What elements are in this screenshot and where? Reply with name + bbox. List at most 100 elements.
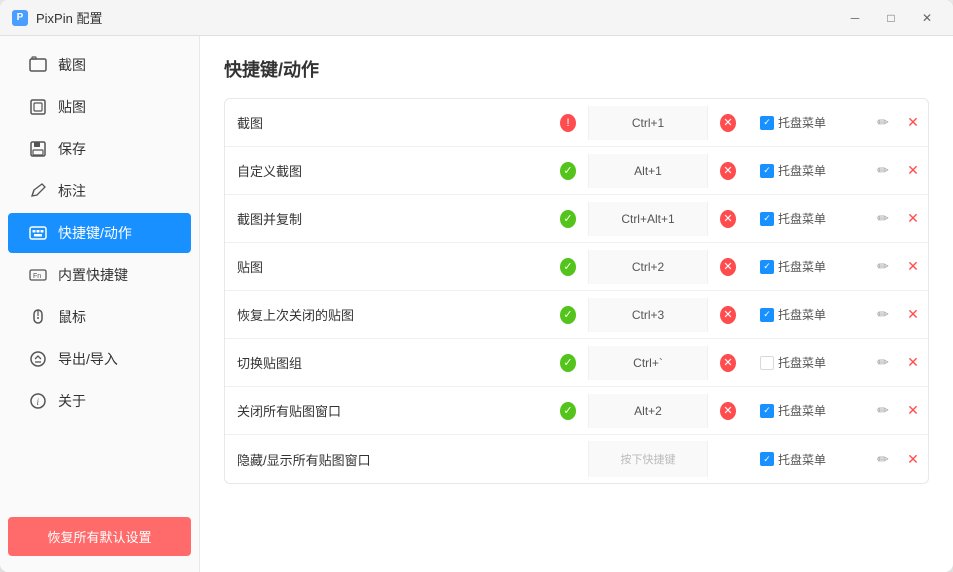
tray-checkbox[interactable]: ✓ [760, 116, 774, 130]
sidebar-item-export[interactable]: 导出/导入 [8, 339, 191, 379]
row-status: ✓ [548, 344, 588, 382]
row-remove[interactable]: ✕ [708, 104, 748, 142]
row-edit[interactable]: ✏ [868, 344, 898, 381]
row-status: ! [548, 104, 588, 142]
tray-label: 托盘菜单 [778, 114, 826, 131]
remove-shortcut-icon[interactable]: ✕ [720, 354, 736, 372]
row-tray: ✓ 托盘菜单 [748, 248, 868, 285]
row-name: 截图并复制 [225, 199, 548, 238]
edit-icon[interactable]: ✏ [877, 258, 889, 275]
remove-shortcut-icon[interactable]: ✕ [720, 258, 736, 276]
row-delete[interactable]: ✕ [898, 441, 928, 478]
row-status: ✓ [548, 296, 588, 334]
row-shortcut[interactable]: Ctrl+1 [588, 106, 708, 140]
delete-icon[interactable]: ✕ [907, 210, 919, 227]
sidebar-bottom: 恢复所有默认设置 [0, 509, 199, 564]
row-edit[interactable]: ✏ [868, 152, 898, 189]
remove-shortcut-icon[interactable]: ✕ [720, 306, 736, 324]
delete-icon[interactable]: ✕ [907, 162, 919, 179]
builtin-icon: Fn [28, 265, 48, 285]
close-button[interactable]: ✕ [913, 8, 941, 28]
sidebar-item-hotkeys[interactable]: 快捷键/动作 [8, 213, 191, 253]
row-tray: ✓ 托盘菜单 [748, 104, 868, 141]
row-edit[interactable]: ✏ [868, 441, 898, 478]
row-shortcut[interactable]: Ctrl+3 [588, 298, 708, 332]
edit-icon[interactable]: ✏ [877, 354, 889, 371]
table-row: 贴图 ✓ Ctrl+2 ✕ ✓ 托盘菜单 [225, 243, 928, 291]
tray-menu-cell: ✓ 托盘菜单 [760, 162, 826, 179]
sidebar-item-about[interactable]: i 关于 [8, 381, 191, 421]
row-shortcut[interactable]: Alt+2 [588, 394, 708, 428]
edit-icon[interactable]: ✏ [877, 451, 889, 468]
row-tray: ✓ 托盘菜单 [748, 441, 868, 478]
tray-checkbox[interactable]: ✓ [760, 404, 774, 418]
row-remove[interactable]: ✕ [708, 200, 748, 238]
row-remove[interactable]: ✕ [708, 296, 748, 334]
tray-checkbox[interactable]: ✓ [760, 212, 774, 226]
row-shortcut-empty[interactable]: 按下快捷键 [588, 441, 708, 477]
about-icon: i [28, 391, 48, 411]
delete-icon[interactable]: ✕ [907, 451, 919, 468]
sidebar-item-mouse[interactable]: 鼠标 [8, 297, 191, 337]
row-delete[interactable]: ✕ [898, 344, 928, 381]
remove-shortcut-icon[interactable]: ✕ [720, 210, 736, 228]
export-icon [28, 349, 48, 369]
row-delete[interactable]: ✕ [898, 392, 928, 429]
tray-checkbox[interactable]: ✓ [760, 164, 774, 178]
tray-label: 托盘菜单 [778, 162, 826, 179]
row-delete[interactable]: ✕ [898, 104, 928, 141]
row-shortcut[interactable]: Ctrl+2 [588, 250, 708, 284]
sidebar-item-builtin[interactable]: Fn 内置快捷键 [8, 255, 191, 295]
main-content: 截图 贴图 [0, 36, 953, 572]
row-edit[interactable]: ✏ [868, 392, 898, 429]
row-delete[interactable]: ✕ [898, 248, 928, 285]
sidebar-item-sticker[interactable]: 贴图 [8, 87, 191, 127]
row-tray: ✓ 托盘菜单 [748, 152, 868, 189]
sidebar-label-about: 关于 [58, 391, 86, 411]
edit-icon[interactable]: ✏ [877, 162, 889, 179]
row-delete[interactable]: ✕ [898, 200, 928, 237]
sidebar-item-save[interactable]: 保存 [8, 129, 191, 169]
row-shortcut[interactable]: Alt+1 [588, 154, 708, 188]
remove-shortcut-icon[interactable]: ✕ [720, 114, 736, 132]
edit-icon[interactable]: ✏ [877, 402, 889, 419]
row-shortcut[interactable]: Ctrl+Alt+1 [588, 202, 708, 236]
remove-shortcut-icon[interactable]: ✕ [720, 402, 736, 420]
sidebar-item-annotate[interactable]: 标注 [8, 171, 191, 211]
edit-icon[interactable]: ✏ [877, 210, 889, 227]
row-edit[interactable]: ✏ [868, 248, 898, 285]
row-delete[interactable]: ✕ [898, 152, 928, 189]
restore-defaults-button[interactable]: 恢复所有默认设置 [8, 517, 191, 556]
tray-checkbox[interactable] [760, 356, 774, 370]
row-remove[interactable]: ✕ [708, 392, 748, 430]
delete-icon[interactable]: ✕ [907, 258, 919, 275]
delete-icon[interactable]: ✕ [907, 402, 919, 419]
status-success-icon: ✓ [560, 210, 576, 228]
delete-icon[interactable]: ✕ [907, 354, 919, 371]
sidebar-label-mouse: 鼠标 [58, 307, 86, 327]
tray-checkbox[interactable]: ✓ [760, 308, 774, 322]
tray-checkbox[interactable]: ✓ [760, 260, 774, 274]
tray-label: 托盘菜单 [778, 306, 826, 323]
tray-checkbox[interactable]: ✓ [760, 452, 774, 466]
row-edit[interactable]: ✏ [868, 296, 898, 333]
delete-icon[interactable]: ✕ [907, 114, 919, 131]
row-remove[interactable]: ✕ [708, 344, 748, 382]
tray-menu-cell: ✓ 托盘菜单 [760, 114, 826, 131]
edit-icon[interactable]: ✏ [877, 114, 889, 131]
maximize-button[interactable]: □ [877, 8, 905, 28]
row-remove[interactable]: ✕ [708, 152, 748, 190]
minimize-button[interactable]: ─ [841, 8, 869, 28]
status-success-icon: ✓ [560, 402, 576, 420]
row-edit[interactable]: ✏ [868, 104, 898, 141]
row-remove[interactable]: ✕ [708, 248, 748, 286]
sidebar-item-screenshot[interactable]: 截图 [8, 45, 191, 85]
sidebar: 截图 贴图 [0, 36, 200, 572]
remove-shortcut-icon[interactable]: ✕ [720, 162, 736, 180]
row-delete[interactable]: ✕ [898, 296, 928, 333]
row-edit[interactable]: ✏ [868, 200, 898, 237]
row-status: ✓ [548, 200, 588, 238]
edit-icon[interactable]: ✏ [877, 306, 889, 323]
row-shortcut[interactable]: Ctrl+` [588, 346, 708, 380]
delete-icon[interactable]: ✕ [907, 306, 919, 323]
